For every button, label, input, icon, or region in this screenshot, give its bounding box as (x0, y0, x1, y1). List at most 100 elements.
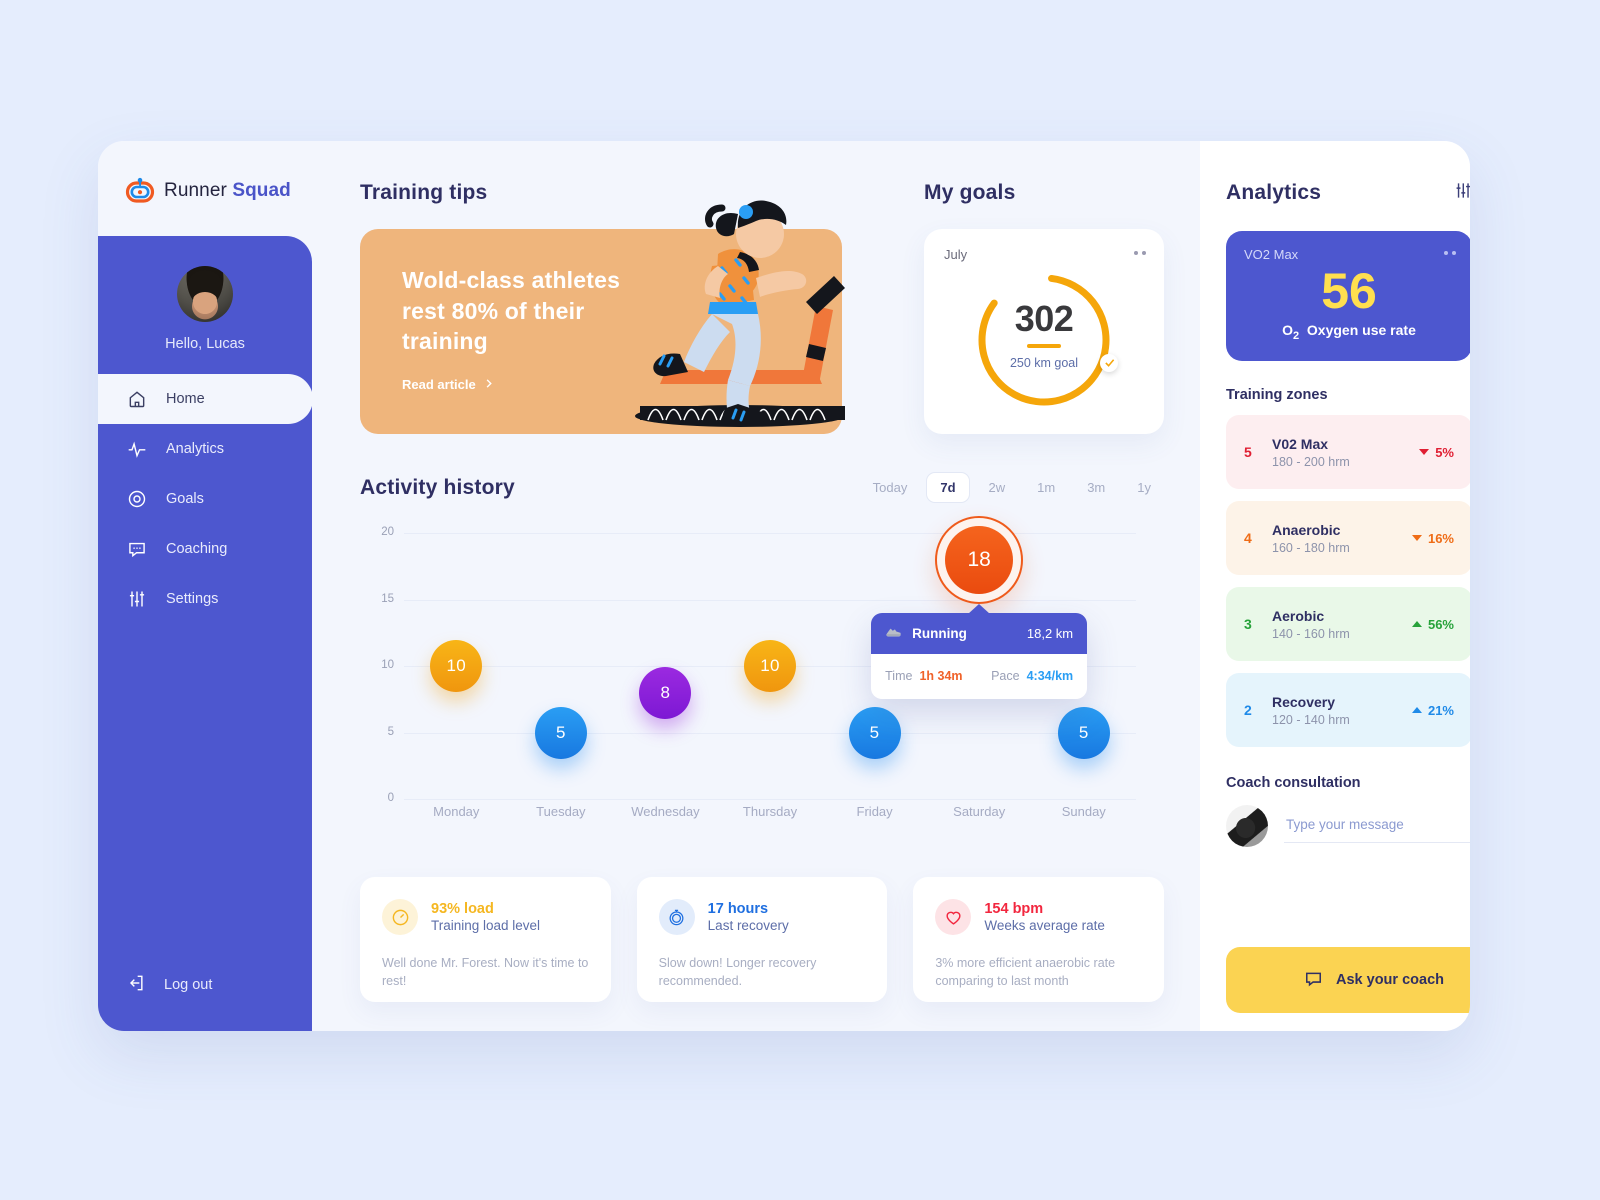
logout-label: Log out (164, 977, 213, 993)
user-profile: Hello, Lucas (98, 236, 312, 352)
range-tab-2w[interactable]: 2w (976, 473, 1019, 502)
zone-name: Aerobic (1272, 607, 1325, 624)
goal-menu-button[interactable] (1134, 251, 1146, 255)
chart-y-tick: 10 (381, 659, 394, 671)
analytics-title: Analytics (1226, 181, 1322, 204)
heart-icon (935, 899, 972, 935)
sidebar: Runner Squad Hello, Lucas Home Analytics… (98, 141, 313, 1031)
message-input[interactable] (1284, 809, 1470, 843)
training-tips-banner[interactable]: Wold-class athletes rest 80% of their tr… (360, 200, 845, 434)
chart-point[interactable]: 10 (744, 640, 796, 692)
runner-illustration (635, 200, 845, 427)
chart-point[interactable]: 10 (430, 640, 483, 692)
ask-your-coach-label: Ask your coach (1336, 972, 1444, 988)
range-tab-7d[interactable]: 7d (926, 472, 970, 503)
zone-range: 120 - 140 hrm (1272, 712, 1350, 727)
range-tab-1y[interactable]: 1y (1124, 473, 1164, 502)
sidebar-item-label: Home (166, 391, 205, 407)
chart-point[interactable]: 8 (639, 666, 692, 719)
zone-percent: 21% (1411, 703, 1454, 718)
zone-text: Aerobic 140 - 160 hrm (1272, 608, 1350, 641)
recovery-icon (658, 899, 695, 935)
zone-row-recovery[interactable]: 2 Recovery 120 - 140 hrm 21% (1226, 673, 1470, 747)
zone-percent-value: 56% (1427, 616, 1454, 632)
zone-name: Recovery (1272, 693, 1336, 710)
target-icon (126, 488, 148, 510)
pulse-icon (126, 438, 148, 460)
tooltip-pace-label: Pace (991, 669, 1020, 684)
logout-button[interactable]: Log out (98, 973, 312, 997)
stat-text: 93% load Training load level (431, 900, 540, 935)
zone-row-anaerobic[interactable]: 4 Anaerobic 160 - 180 hrm 16% (1226, 501, 1470, 575)
sidebar-item-coaching[interactable]: Coaching (98, 524, 312, 574)
stat-card-training-load: 93% load Training load level Well done M… (360, 877, 611, 1002)
tooltip-header: Running 18,2 km (871, 603, 1088, 654)
zone-percent: 56% (1411, 616, 1454, 632)
chat-icon (126, 538, 148, 560)
read-article-link[interactable]: Read article (402, 377, 494, 392)
zone-name: V02 Max (1272, 435, 1329, 452)
zone-row-aerobic[interactable]: 3 Aerobic 140 - 160 hrm 56% (1226, 587, 1470, 661)
vo2-menu-button[interactable] (1444, 251, 1456, 255)
chart-point[interactable]: 5 (534, 706, 587, 759)
vo2-rate-row: O2 Oxygen use rate (1244, 322, 1454, 342)
sidebar-item-goals[interactable]: Goals (98, 474, 312, 524)
brand-logo[interactable]: Runner Squad (98, 141, 312, 206)
stat-description: Slow down! Longer recovery recommended. (658, 956, 817, 989)
stat-text: 17 hours Last recovery (708, 900, 789, 935)
chart-point-value: 18 (945, 525, 1014, 594)
x-label: Thursday (742, 804, 798, 819)
zone-text: Anaerobic 160 - 180 hrm (1272, 522, 1350, 555)
gauge-icon (382, 899, 418, 935)
chart-point[interactable]: 5 (848, 706, 901, 759)
coach-avatar[interactable] (1226, 805, 1268, 847)
my-goals-title: My goals (924, 181, 1016, 204)
analytics-panel: Analytics VO2 Max 56 O2 Oxygen use rate … (1200, 141, 1470, 1031)
sidebar-item-home[interactable]: Home (98, 374, 313, 424)
chart-gridline (404, 533, 1136, 534)
range-tab-1m[interactable]: 1m (1024, 473, 1068, 502)
chart-y-tick: 5 (387, 725, 394, 738)
stat-header: 93% load Training load level (382, 899, 589, 935)
x-label: Saturday (953, 804, 1006, 819)
stat-value: 93% load (431, 900, 494, 917)
sidebar-item-label: Analytics (166, 441, 225, 457)
range-tab-today[interactable]: Today (860, 473, 921, 502)
stat-header: 17 hours Last recovery (658, 899, 866, 935)
ask-your-coach-button[interactable]: Ask your coach (1226, 947, 1470, 1013)
x-label: Sunday (1061, 804, 1106, 819)
stat-value: 154 bpm (984, 900, 1044, 917)
zone-number: 5 (1244, 444, 1252, 460)
stat-value: 17 hours (707, 900, 769, 917)
stat-subtitle: Training load level (431, 917, 541, 933)
chat-icon (1304, 969, 1323, 992)
read-article-label: Read article (402, 377, 476, 392)
vo2-rate-label: Oxygen use rate (1306, 322, 1416, 338)
vo2-label: VO2 Max (1244, 247, 1299, 262)
analytics-header: Analytics (1226, 181, 1470, 205)
sidebar-item-label: Settings (166, 591, 219, 607)
sliders-icon[interactable] (1453, 181, 1470, 205)
sliders-icon (126, 588, 148, 610)
activity-chart[interactable]: Monday Tuesday Wednesday Thursday Friday… (360, 515, 1164, 819)
zone-percent-value: 16% (1427, 530, 1454, 546)
chart-point[interactable]: 5 (1057, 706, 1110, 759)
x-label: Monday (433, 804, 480, 819)
sidebar-item-settings[interactable]: Settings (98, 574, 312, 624)
stat-card-heart-rate: 154 bpm Weeks average rate 3% more effic… (913, 877, 1165, 1002)
zone-text: Recovery 120 - 140 hrm (1272, 694, 1350, 727)
logout-icon (126, 973, 146, 997)
zone-row-vo2max[interactable]: 5 V02 Max 180 - 200 hrm 5% (1226, 415, 1470, 489)
zone-percent: 16% (1411, 530, 1454, 546)
sidebar-item-analytics[interactable]: Analytics (98, 424, 312, 474)
chart-y-tick: 20 (381, 526, 394, 538)
sidebar-panel: Hello, Lucas Home Analytics Goals Coachi… (98, 236, 313, 1031)
o2-symbol: O2 (1282, 322, 1300, 342)
avatar[interactable] (177, 266, 233, 322)
stat-header: 154 bpm Weeks average rate (935, 899, 1142, 935)
stat-description: 3% more efficient anaerobic rate compari… (935, 956, 1116, 989)
chart-y-tick: 0 (387, 792, 394, 804)
zone-name: Anaerobic (1272, 521, 1341, 538)
range-tab-3m[interactable]: 3m (1074, 473, 1118, 502)
chart-point-selected[interactable]: 18 (935, 515, 1024, 604)
